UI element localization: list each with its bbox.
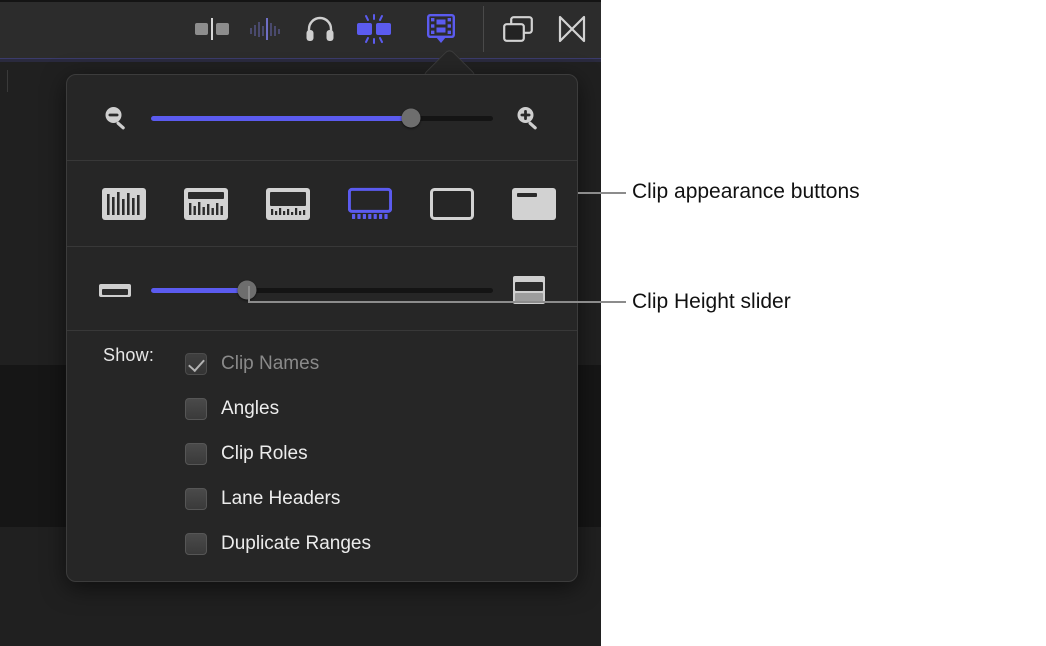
zoom-slider-track[interactable] bbox=[151, 116, 493, 121]
checkbox-lane-headers-box[interactable] bbox=[185, 488, 207, 510]
zoom-section bbox=[67, 75, 577, 161]
checkbox-clip-names-label: Clip Names bbox=[221, 353, 319, 375]
clip-skimming-icon[interactable] bbox=[186, 0, 238, 58]
clip-height-section bbox=[67, 247, 577, 331]
callout-clip-appearance-buttons: Clip appearance buttons bbox=[632, 180, 860, 204]
leader-line-clip-appearance bbox=[578, 192, 626, 194]
clip-height-slider[interactable] bbox=[151, 280, 493, 300]
checkbox-clip-roles-box[interactable] bbox=[185, 443, 207, 465]
timeline-zoom-slider[interactable] bbox=[151, 108, 493, 128]
appearance-filmstrips-only[interactable] bbox=[423, 183, 481, 225]
final-cut-pro-window: Show: Clip Names Angles Clip Roles bbox=[0, 0, 601, 646]
checkbox-duplicate-ranges[interactable]: Duplicate Ranges bbox=[185, 521, 371, 566]
solo-headphones-icon[interactable] bbox=[294, 0, 346, 58]
callout-clip-height-slider: Clip Height slider bbox=[632, 290, 791, 314]
checkbox-clip-names-box[interactable] bbox=[185, 353, 207, 375]
checkbox-angles[interactable]: Angles bbox=[185, 386, 371, 431]
appearance-section bbox=[67, 161, 577, 247]
checkbox-angles-box[interactable] bbox=[185, 398, 207, 420]
audio-skimming-icon[interactable] bbox=[240, 0, 292, 58]
window-layout-icon[interactable] bbox=[492, 0, 544, 58]
checkbox-duplicate-ranges-label: Duplicate Ranges bbox=[221, 533, 371, 555]
clip-appearance-buttons bbox=[95, 183, 563, 225]
checkbox-clip-roles[interactable]: Clip Roles bbox=[185, 431, 371, 476]
timeline-toolbar bbox=[0, 0, 601, 58]
checkbox-clip-names[interactable]: Clip Names bbox=[185, 341, 371, 386]
zoom-slider-fill bbox=[151, 116, 411, 121]
height-slider-fill bbox=[151, 288, 247, 293]
short-clip-icon[interactable] bbox=[97, 279, 133, 301]
screenshot-root: Show: Clip Names Angles Clip Roles bbox=[0, 0, 1046, 646]
appearance-medium-waveforms[interactable] bbox=[259, 183, 317, 225]
toolbar-divider bbox=[483, 6, 484, 52]
magnifier-minus-icon[interactable] bbox=[99, 103, 133, 133]
show-section: Show: Clip Names Angles Clip Roles bbox=[67, 331, 577, 581]
checkbox-lane-headers-label: Lane Headers bbox=[221, 488, 340, 510]
appearance-small-waveforms[interactable] bbox=[341, 183, 399, 225]
appearance-clip-names-only[interactable] bbox=[505, 183, 563, 225]
show-options-list: Clip Names Angles Clip Roles Lane Header… bbox=[185, 341, 371, 566]
height-slider-track[interactable] bbox=[151, 288, 493, 293]
checkbox-angles-label: Angles bbox=[221, 398, 279, 420]
appearance-large-waveforms[interactable] bbox=[177, 183, 235, 225]
show-label: Show: bbox=[103, 345, 154, 366]
bowtie-transition-icon[interactable] bbox=[546, 0, 598, 58]
height-slider-thumb[interactable] bbox=[237, 281, 256, 300]
clip-appearance-icon[interactable] bbox=[415, 0, 467, 58]
leader-line-height-horizontal bbox=[248, 301, 626, 303]
zoom-slider-thumb[interactable] bbox=[401, 109, 420, 128]
checkbox-lane-headers[interactable]: Lane Headers bbox=[185, 476, 371, 521]
snapping-icon[interactable] bbox=[348, 0, 400, 58]
clip-appearance-popover: Show: Clip Names Angles Clip Roles bbox=[66, 74, 578, 582]
appearance-waveforms-only[interactable] bbox=[95, 183, 153, 225]
magnifier-plus-icon[interactable] bbox=[511, 103, 545, 133]
checkbox-duplicate-ranges-box[interactable] bbox=[185, 533, 207, 555]
timeline-playhead-tick bbox=[7, 70, 8, 92]
checkbox-clip-roles-label: Clip Roles bbox=[221, 443, 308, 465]
